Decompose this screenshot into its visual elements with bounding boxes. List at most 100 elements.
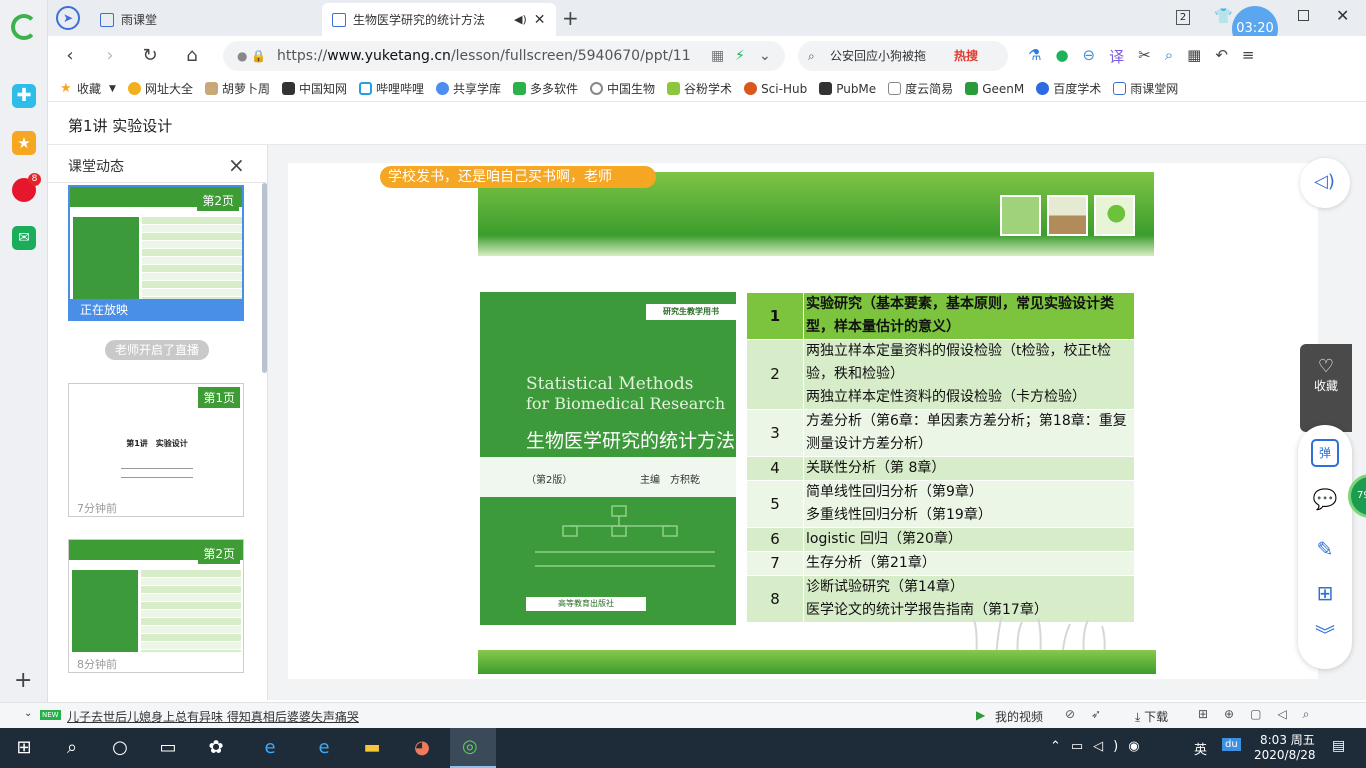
bookmark-item[interactable]: 多多软件 bbox=[513, 80, 578, 97]
grid-icon[interactable]: ▦ bbox=[1187, 46, 1201, 67]
bookmark-item[interactable]: 度云简易 bbox=[888, 80, 953, 97]
browser-taskbar-button[interactable]: ◎ bbox=[450, 728, 496, 768]
search-box[interactable]: ⌕ 公安回应小狗被拖 热搜 bbox=[798, 41, 1008, 71]
site-icon bbox=[744, 82, 758, 95]
navigation-arrow-icon[interactable]: ➤ bbox=[56, 6, 80, 30]
task-view-icon[interactable]: ▭ bbox=[156, 736, 180, 760]
chevron-down-icon[interactable]: ⌄ bbox=[759, 41, 771, 71]
site-icon bbox=[513, 82, 527, 95]
ie-icon[interactable]: e bbox=[258, 736, 282, 760]
close-panel-button[interactable]: × bbox=[228, 153, 245, 177]
bookmark-item[interactable]: 中国生物 bbox=[590, 80, 655, 97]
page-badge: 第1页 bbox=[198, 387, 240, 408]
bookmark-item[interactable]: Sci-Hub bbox=[744, 82, 807, 96]
bookmark-item[interactable]: PubMe bbox=[819, 82, 876, 96]
my-video-link[interactable]: 我的视频 bbox=[995, 708, 1043, 725]
bookmark-item[interactable]: 谷粉学术 bbox=[667, 80, 732, 97]
clock-time[interactable]: 8:03 周五 bbox=[1260, 731, 1315, 748]
book-editor: 主编 方积乾 bbox=[640, 475, 700, 486]
bookmark-item[interactable]: 哔哩哔哩 bbox=[358, 80, 424, 97]
nav-bar: ‹ › ↻ ⌂ ● 🔒 https://www.yuketang.cn/less… bbox=[48, 36, 1366, 76]
pinwheel-icon[interactable]: ✿ bbox=[204, 736, 228, 760]
menu-icon[interactable]: ≡ bbox=[1242, 46, 1255, 67]
bookmark-item[interactable]: 雨课堂网 bbox=[1113, 80, 1178, 97]
bookmark-item[interactable]: 网址大全 bbox=[127, 80, 193, 97]
download-link[interactable]: ⤓ 下载 bbox=[1135, 708, 1168, 725]
volume-button[interactable]: ◁) bbox=[1300, 158, 1350, 208]
page-header: 第1讲 实验设计 bbox=[48, 103, 1366, 145]
video-icon[interactable]: ▶ bbox=[976, 708, 985, 722]
back-icon[interactable]: ‹ bbox=[58, 44, 82, 68]
close-tab-icon[interactable]: ✕ bbox=[534, 12, 546, 28]
new-tab-button[interactable]: + bbox=[562, 6, 579, 30]
scissors-icon[interactable]: ✂ bbox=[1138, 46, 1151, 67]
undo-icon[interactable]: ↶ bbox=[1215, 46, 1228, 67]
hot-search-label[interactable]: 热搜 bbox=[954, 41, 978, 71]
browser-logo-icon[interactable] bbox=[11, 14, 37, 40]
star-icon: ★ bbox=[60, 81, 72, 96]
security-lock-icon[interactable]: ● 🔒 bbox=[237, 41, 266, 71]
lab-icon[interactable]: ⚗ bbox=[1028, 46, 1041, 67]
bookmark-item[interactable]: GeenM bbox=[965, 82, 1024, 96]
thumb-table bbox=[142, 217, 242, 299]
restore-window-icon[interactable] bbox=[1298, 10, 1309, 21]
danmu-icon[interactable]: 弹 bbox=[1311, 439, 1339, 467]
slide-photo-blank bbox=[1000, 195, 1041, 236]
tab-statistics[interactable]: 生物医学研究的统计方法 ◀) ✕ bbox=[322, 3, 556, 36]
cortana-icon[interactable]: ○ bbox=[108, 736, 132, 760]
sitemap-icon[interactable]: ⊞ bbox=[1311, 579, 1339, 607]
bookmark-item[interactable]: 中国知网 bbox=[281, 80, 347, 97]
chapter-topic: 简单线性回归分析（第9章） 多重线性回归分析（第19章） bbox=[803, 480, 1135, 528]
favorite-label: 收藏 bbox=[1313, 379, 1338, 393]
plus-app-icon[interactable]: ✚ bbox=[12, 84, 36, 108]
news-link[interactable]: 儿子去世后儿媳身上总有异味 得知真相后婆婆失声痛哭 bbox=[67, 708, 359, 725]
site-icon bbox=[436, 82, 449, 95]
bolt-icon[interactable]: ⚡ bbox=[735, 41, 745, 71]
tab-yuketang[interactable]: 雨课堂 bbox=[90, 3, 318, 36]
bookmark-item[interactable]: 共享学库 bbox=[436, 80, 501, 97]
home-icon[interactable]: ⌂ bbox=[180, 44, 204, 68]
slide-thumbnail-page2[interactable]: 第2页 8分钟前 bbox=[68, 539, 244, 673]
tab-count-badge[interactable]: 2 bbox=[1176, 10, 1190, 25]
weibo-badge: 8 bbox=[28, 173, 41, 186]
edge-icon[interactable]: e bbox=[312, 736, 336, 760]
chevron-down-icon[interactable]: ⌄ bbox=[24, 708, 32, 719]
forward-icon[interactable]: › bbox=[98, 44, 122, 68]
add-icon[interactable]: + bbox=[14, 668, 32, 693]
reload-icon[interactable]: ↻ bbox=[138, 44, 162, 68]
url-prefix: https:// bbox=[277, 48, 328, 64]
bookmark-item[interactable]: 胡萝卜周 bbox=[204, 80, 270, 97]
speaker-icon[interactable]: ◀) bbox=[514, 13, 527, 26]
translate-icon[interactable]: 译 bbox=[1109, 46, 1124, 67]
bookmark-item[interactable]: ★ 收藏 ▼ bbox=[60, 80, 116, 97]
panel-scrollbar[interactable] bbox=[262, 183, 267, 373]
windows-start-icon[interactable]: ⊞ bbox=[12, 736, 36, 760]
close-window-icon[interactable]: ✕ bbox=[1336, 6, 1349, 25]
clock-date[interactable]: 2020/8/28 bbox=[1254, 748, 1316, 762]
baidu-du-icon[interactable]: du bbox=[1222, 738, 1241, 751]
notification-icon[interactable]: ▤ bbox=[1332, 738, 1345, 754]
slide-thumbnail-page1[interactable]: 第1页 第1讲 实验设计 7分钟前 bbox=[68, 383, 244, 517]
green-circle-icon[interactable]: ● bbox=[1055, 46, 1068, 67]
chapter-number: 2 bbox=[746, 339, 804, 410]
minus-circle-icon[interactable]: ⊖ bbox=[1083, 46, 1096, 67]
bookmark-label: 雨课堂网 bbox=[1130, 82, 1179, 96]
address-bar[interactable]: ● 🔒 https://www.yuketang.cn/lesson/fulls… bbox=[223, 41, 785, 71]
paint-icon[interactable]: ◕ bbox=[410, 736, 434, 760]
slide-thumbnail-current[interactable]: 第2页 正在放映 bbox=[68, 185, 244, 321]
notes-icon[interactable]: ✎ bbox=[1311, 535, 1339, 563]
slide-banner-annotation: 学校发书，还是咱自己买书啊，老师 bbox=[380, 166, 656, 188]
bookmark-item[interactable]: 百度学术 bbox=[1036, 80, 1101, 97]
search-tool-icon[interactable]: ⌕ bbox=[1165, 46, 1173, 67]
comment-icon[interactable]: 💬 bbox=[1311, 485, 1339, 513]
chevron-down-icon[interactable]: ︾ bbox=[1311, 621, 1339, 649]
favorite-button[interactable]: ♡ 收藏 bbox=[1300, 344, 1352, 432]
folder-icon[interactable]: ▬ bbox=[360, 736, 384, 760]
ime-lang[interactable]: 英 bbox=[1194, 739, 1207, 758]
search-icon[interactable]: ⌕ bbox=[60, 736, 84, 760]
qr-icon[interactable]: ▦ bbox=[711, 41, 724, 71]
shirt-icon[interactable]: 👕 bbox=[1214, 7, 1233, 25]
star-icon[interactable]: ★ bbox=[12, 131, 36, 155]
mail-icon[interactable]: ✉ bbox=[12, 226, 36, 250]
app: ✚ ★ 8 ✉ + ➤ 雨课堂 生物医学研究的统计方法 ◀) ✕ + 2 👕 0… bbox=[0, 0, 1366, 768]
